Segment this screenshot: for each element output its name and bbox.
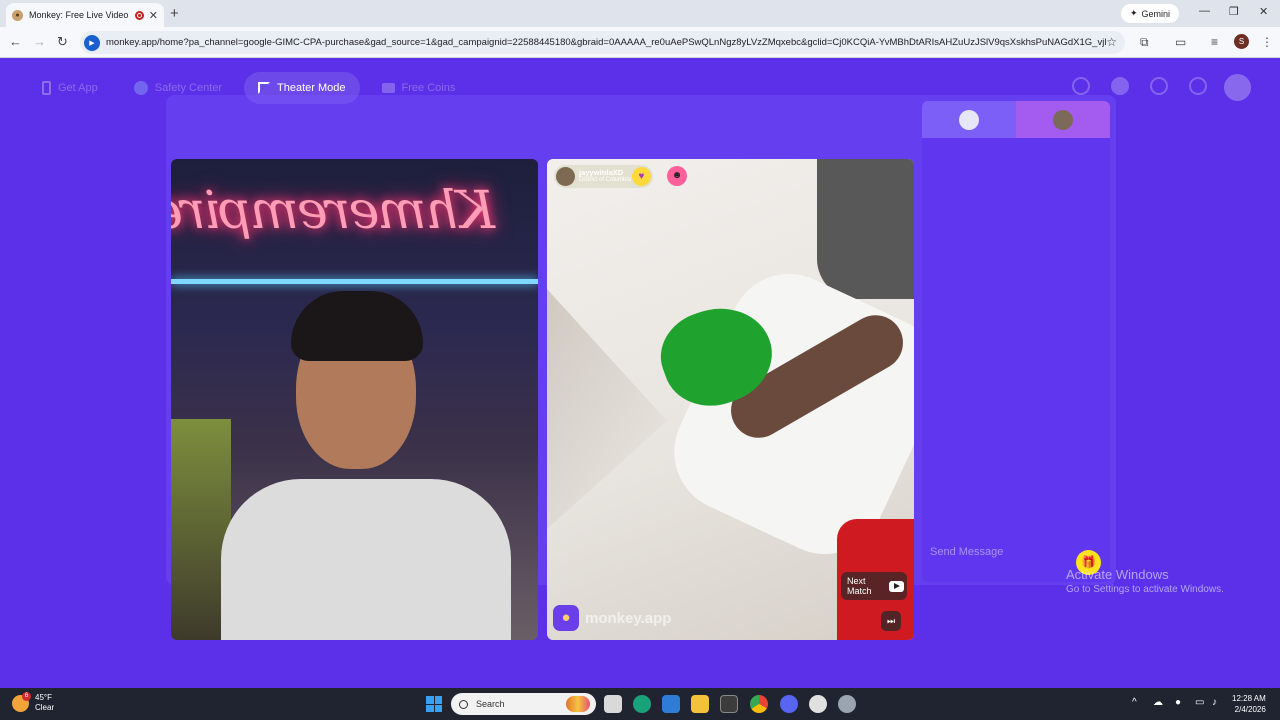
weather-badge: 6 bbox=[22, 691, 31, 701]
microphone-icon[interactable]: ● bbox=[1175, 697, 1181, 708]
avatar-icon[interactable] bbox=[1111, 77, 1129, 95]
settings-icon[interactable] bbox=[838, 695, 856, 713]
volume-icon[interactable]: ♪ bbox=[1212, 697, 1217, 708]
network-icon[interactable]: ▭ bbox=[1195, 697, 1204, 708]
cast-icon[interactable]: ▭ bbox=[1175, 35, 1186, 49]
neon-sign-image: Khmerempire2 bbox=[171, 181, 495, 241]
remote-video: jayywitdaXD District of Columbia ♥ ☻ ● m… bbox=[547, 159, 914, 640]
edge-icon[interactable] bbox=[633, 695, 651, 713]
monkey-logo-icon: ● bbox=[553, 605, 579, 631]
back-arrow-icon[interactable]: ← bbox=[9, 34, 22, 49]
activate-title: Activate Windows bbox=[1066, 567, 1169, 582]
expand-icon bbox=[258, 82, 271, 94]
remote-background-person-image bbox=[817, 159, 914, 299]
wall-image bbox=[547, 289, 667, 529]
address-bar[interactable]: ▶ monkey.app/home?pa_channel=google-GIMC… bbox=[80, 31, 1125, 54]
chrome-icon[interactable] bbox=[750, 695, 768, 713]
forward-arrow-icon[interactable]: → bbox=[33, 34, 46, 49]
taskbar: 6 45°F Clear Search ^ ☁ ● ▭ ♪ 12:28 AM 2… bbox=[0, 688, 1280, 720]
task-view-icon[interactable] bbox=[604, 695, 622, 713]
browser-toolbar: ← → ↻ ▶ monkey.app/home?pa_channel=googl… bbox=[0, 27, 1280, 58]
next-match-button[interactable]: Next Match bbox=[841, 572, 907, 600]
shield-icon bbox=[133, 81, 148, 95]
media-controls-icon[interactable]: ≡ bbox=[1211, 35, 1218, 49]
site-info-icon[interactable]: ▶ bbox=[84, 34, 100, 51]
nav-get-app[interactable]: Get App bbox=[28, 72, 112, 104]
url-text[interactable]: monkey.app/home?pa_channel=google-GIMC-C… bbox=[106, 37, 1106, 48]
store-icon[interactable] bbox=[720, 695, 738, 713]
monkey-watermark: ● monkey.app bbox=[553, 605, 671, 631]
bookmark-star-icon[interactable]: ☆ bbox=[1106, 35, 1117, 49]
weather-icon: 6 bbox=[12, 691, 31, 712]
skip-icon[interactable]: ⏭ bbox=[881, 611, 901, 631]
phone-icon bbox=[42, 81, 51, 95]
next-match-label: Next Match bbox=[847, 576, 872, 596]
taskbar-search[interactable]: Search bbox=[451, 693, 596, 715]
recording-indicator-icon bbox=[134, 10, 144, 20]
browser-tab-monkey[interactable]: ● Monkey: Free Live Video Ch ✕ bbox=[6, 3, 164, 27]
system-clock[interactable]: 12:28 AM 2/4/2026 bbox=[1232, 693, 1266, 715]
browser-menu-icon[interactable]: ⋮ bbox=[1261, 35, 1273, 49]
search-icon bbox=[459, 699, 468, 709]
activate-subtitle: Go to Settings to activate Windows. bbox=[1066, 584, 1224, 595]
app-icon[interactable] bbox=[809, 695, 827, 713]
gemini-label: Gemini bbox=[1141, 8, 1171, 19]
discord-icon[interactable] bbox=[780, 695, 798, 713]
close-window-icon[interactable]: ✕ bbox=[1259, 5, 1268, 18]
nav-label: Safety Center bbox=[154, 82, 223, 94]
history-icon[interactable] bbox=[1150, 77, 1168, 95]
search-highlight-icon bbox=[566, 696, 590, 712]
chat-tabs bbox=[922, 101, 1110, 138]
gemini-sparkle-icon: ✦ bbox=[1130, 8, 1138, 18]
extensions-icon[interactable]: ⧉ bbox=[1140, 35, 1149, 50]
activate-windows-watermark: Activate Windows Go to Settings to activ… bbox=[1066, 567, 1224, 595]
remote-location: District of Columbia bbox=[579, 177, 632, 183]
play-icon bbox=[889, 580, 904, 592]
weather-widget[interactable]: 6 45°F Clear bbox=[12, 691, 55, 713]
microsoft-365-icon[interactable] bbox=[662, 695, 680, 713]
windows-start-icon[interactable] bbox=[426, 696, 442, 712]
temperature: 45°F bbox=[35, 693, 52, 702]
minimize-window-icon[interactable]: — bbox=[1199, 5, 1210, 17]
header-actions bbox=[1072, 77, 1207, 95]
remote-user-pill[interactable]: jayywitdaXD District of Columbia ♥ bbox=[554, 165, 654, 188]
partner-avatar bbox=[1053, 109, 1073, 130]
tab-title: Monkey: Free Live Video Ch bbox=[29, 10, 130, 20]
nav-label: Free Coins bbox=[401, 82, 456, 94]
weather-condition: Clear bbox=[35, 703, 55, 712]
tab-me[interactable] bbox=[922, 101, 1016, 138]
reload-icon[interactable]: ↻ bbox=[57, 34, 68, 50]
profile-avatar[interactable]: S bbox=[1234, 34, 1249, 49]
coin-icon bbox=[381, 83, 395, 93]
led-strip-image bbox=[171, 279, 538, 284]
remote-username: jayywitdaXD bbox=[579, 168, 624, 177]
clock-time: 12:28 AM bbox=[1232, 694, 1266, 703]
local-person-image bbox=[211, 291, 511, 640]
onedrive-icon[interactable]: ☁ bbox=[1153, 697, 1163, 708]
file-explorer-icon[interactable] bbox=[691, 695, 709, 713]
show-hidden-icons-icon[interactable]: ^ bbox=[1132, 697, 1137, 708]
my-avatar bbox=[959, 109, 979, 130]
search-icon[interactable] bbox=[1072, 77, 1090, 95]
local-video: Khmerempire2 bbox=[171, 159, 538, 640]
monkey-badge-icon[interactable]: ☻ bbox=[667, 166, 687, 186]
send-message-input[interactable]: Send Message bbox=[930, 546, 1003, 558]
chat-panel: Send Message 🎁 bbox=[922, 101, 1110, 582]
user-avatar[interactable] bbox=[1224, 74, 1251, 101]
clock-date: 2/4/2026 bbox=[1234, 705, 1266, 714]
gemini-button[interactable]: ✦ Gemini bbox=[1121, 4, 1180, 23]
taskbar-search-label: Search bbox=[476, 699, 505, 709]
tab-partner[interactable] bbox=[1016, 101, 1110, 138]
remote-user-avatar bbox=[556, 167, 575, 186]
close-tab-icon[interactable]: ✕ bbox=[149, 9, 158, 22]
nav-label: Get App bbox=[58, 82, 98, 94]
new-tab-button[interactable]: + bbox=[170, 5, 179, 22]
chat-icon[interactable] bbox=[1189, 77, 1207, 95]
watermark-text: monkey.app bbox=[585, 609, 672, 627]
heart-icon[interactable]: ♥ bbox=[632, 167, 652, 186]
browser-tab-strip: ● Monkey: Free Live Video Ch ✕ + ✦ Gemin… bbox=[0, 0, 1280, 27]
restore-window-icon[interactable]: ❐ bbox=[1229, 5, 1239, 18]
nav-label: Theater Mode bbox=[277, 82, 346, 94]
monkey-favicon-icon: ● bbox=[12, 9, 23, 21]
